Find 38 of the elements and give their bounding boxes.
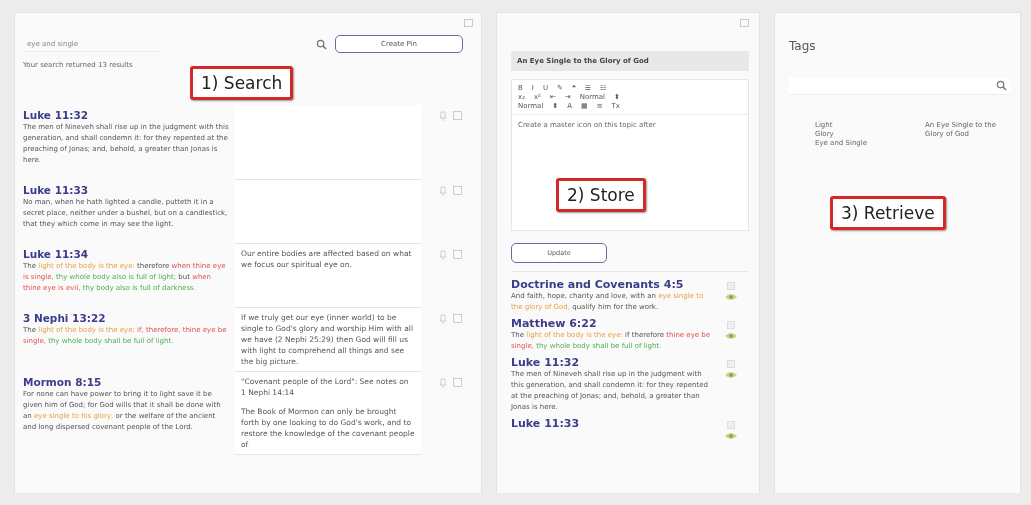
tag-search-field[interactable] [789,77,1010,95]
note-icon[interactable] [453,250,462,259]
verse-reference[interactable]: Luke 11:32 [23,109,229,121]
eye-icon[interactable] [724,332,738,340]
note-icon[interactable] [453,314,462,323]
verse-reference[interactable]: Luke 11:33 [511,417,713,430]
search-icon[interactable] [316,38,327,50]
verse-reference[interactable]: Doctrine and Covenants 4:5 [511,278,713,291]
verse-reference[interactable]: Luke 11:33 [23,184,229,196]
pin-icon[interactable] [439,186,447,196]
pin-icon[interactable] [439,111,447,121]
callout-label: 1) Search [190,66,294,100]
note-icon[interactable] [727,421,735,429]
pin-icon[interactable] [439,314,447,324]
note-icon[interactable] [727,321,735,329]
eye-icon[interactable] [724,371,738,379]
pin-icon[interactable] [439,378,447,388]
note-box[interactable] [235,180,421,244]
note-icon[interactable] [727,282,735,290]
eye-icon[interactable] [724,432,738,440]
search-icon[interactable] [996,80,1007,91]
note-icon[interactable] [453,378,462,387]
callout-label: 2) Store [556,178,646,212]
note-box[interactable] [235,105,421,180]
note-icon[interactable] [453,111,462,120]
note-icon[interactable] [727,360,735,368]
window-icon[interactable] [740,19,749,27]
verse-reference[interactable]: Matthew 6:22 [511,317,713,330]
verse-reference[interactable]: Luke 11:32 [511,356,713,369]
note-icon[interactable] [453,186,462,195]
pin-icon[interactable] [439,250,447,260]
window-icon[interactable] [464,19,473,27]
eye-icon[interactable] [724,293,738,301]
verse-reference[interactable]: Mormon 8:15 [23,376,229,388]
tags-title: Tags [789,39,817,53]
verse-reference[interactable]: 3 Nephi 13:22 [23,312,229,324]
callout-label: 3) Retrieve [830,196,946,230]
verse-reference[interactable]: Luke 11:34 [23,248,229,260]
